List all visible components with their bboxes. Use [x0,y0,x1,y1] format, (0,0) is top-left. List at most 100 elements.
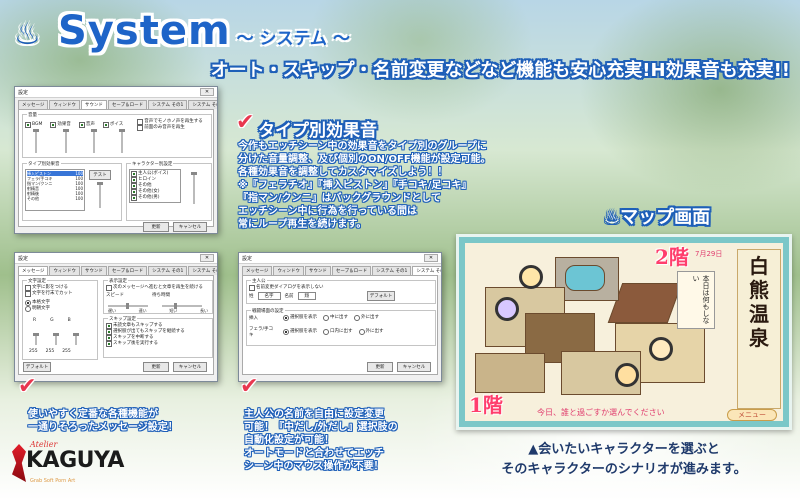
continue-voice-checkbox[interactable]: 次のメッセージへ進むと文章を再生を続ける [106,285,210,291]
chara-group: キャラクター別設定 主人公(ボイス) ヒロイン その他 その他(女) その他(男… [126,161,212,221]
menu-button[interactable]: メニュー [727,409,777,421]
bgm-slider[interactable] [33,129,39,153]
tab-save-load[interactable]: セーブ＆ロード [107,266,148,275]
logo-sub: Grab Soft Porn Art [30,478,76,484]
fast-label: 速い [138,308,147,313]
tab-system2[interactable]: システム その2 [188,100,217,109]
test-button[interactable]: テスト [89,170,111,180]
b-slider[interactable] [73,333,79,345]
skip-group: スキップ設定 未読文章もスキップする 選択肢が出てもスキップを継続する スキップ… [103,316,213,358]
tab-system2[interactable]: システム その2 [188,266,217,275]
system-settings-dialog: 設定 ✕ メッセージ ウィンドウ サウンド セーブ＆ロード システム その1 シ… [238,252,442,382]
type-se-list[interactable]: 挿入ピストン 100 フェラ/手コキ 100 指マン/クンニ 100 射精音 100 射… [25,169,85,211]
check-mark-icon: ✔ [240,374,259,399]
tab-message[interactable]: メッセージ [18,100,49,109]
long-label: 長い [199,308,208,313]
insert-radio-in[interactable]: 中に出す [323,315,348,321]
group-label: 文字設定 [27,278,47,284]
cut-checkbox[interactable]: 文字を行末でカット [25,291,95,297]
cancel-button[interactable]: キャンセル [173,222,207,232]
fella-radio-choice[interactable]: 選択肢を表示 [283,329,317,335]
cancel-button[interactable]: キャンセル [397,362,431,372]
tab-window[interactable]: ウィンドウ [273,266,304,275]
dialog-tabs: メッセージ ウィンドウ サウンド セーブ＆ロード システム その1 システム そ… [239,264,441,275]
default-button[interactable]: デフォルト [23,362,51,372]
insert-radio-out[interactable]: 外に出す [354,315,379,321]
map-area: 2階 7月29日 1階 本日は何もしない 白 熊 温 泉 今日、誰と過ごすか選ん… [465,243,783,421]
character-avatar[interactable] [519,265,543,289]
map-screen: 2階 7月29日 1階 本日は何もしない 白 熊 温 泉 今日、誰と過ごすか選ん… [456,234,792,430]
front-only-checkbox[interactable]: 前面のみ音声を再生 [137,125,203,131]
voice2-slider[interactable] [119,129,125,153]
tab-save-load[interactable]: セーブ＆ロード [107,100,148,109]
g-slider[interactable] [53,333,59,345]
brand-logo: Atelier KAGUYA Grab Soft Porn Art [12,440,124,492]
chara-slider[interactable] [191,172,197,204]
b-label: B [67,318,71,323]
tab-sound[interactable]: サウンド [80,266,107,275]
font-radio-mincho[interactable]: 明朝文字 [25,306,95,312]
tab-system1[interactable]: システム その1 [148,100,188,109]
map-heading: ♨マップ画面 [604,207,711,228]
dialog-tabs: メッセージ ウィンドウ サウンド セーブ＆ロード システム その1 システム そ… [15,98,217,109]
tab-system2[interactable]: システム その2 [412,266,441,275]
list-item[interactable]: その他 100 [27,196,83,201]
apply-button[interactable]: 更新 [143,362,169,372]
character-avatar[interactable] [615,363,639,387]
tab-sound[interactable]: サウンド [80,100,107,109]
skip-after-checkbox[interactable]: スキップ後を実行する [106,341,210,347]
tab-save-load[interactable]: セーブ＆ロード [331,266,372,275]
name-dialog-checkbox[interactable]: 名前変更ダイアログを表示しない [249,285,433,291]
close-icon[interactable]: ✕ [424,254,438,262]
message-description: 使いやすく定番な各種機能が 一通りそろったメッセージ設定！ [28,409,178,433]
cancel-button[interactable]: キャンセル [173,362,207,372]
type-se-slider[interactable] [97,182,103,208]
text-display-group: 文字設定 文字に影をつける 文字を行末でカット 本格文字 明朝文字 R G B … [22,278,98,360]
b-value: 255 [62,349,71,354]
chara-list[interactable]: 主人公(ボイス) ヒロイン その他 その他(女) その他(男) [129,169,181,203]
dialog-title: 設定 [242,255,253,262]
se-slider[interactable] [63,129,69,153]
r-label: R [33,318,37,323]
voice-slider[interactable] [91,129,97,153]
map-instruction: 今日、誰と過ごすか選んでください [537,408,665,417]
insert-radio-choice[interactable]: 選択肢を表示 [283,315,317,321]
sound-settings-dialog: 設定 ✕ メッセージ ウィンドウ サウンド セーブ＆ロード システム その1 シ… [14,86,218,234]
close-icon[interactable]: ✕ [200,88,214,96]
fella-radio-in[interactable]: 口内に出す [323,329,353,335]
apply-button[interactable]: 更新 [367,362,393,372]
dialog-titlebar: 設定 ✕ [239,253,441,264]
tab-system1[interactable]: システム その1 [148,266,188,275]
close-icon[interactable]: ✕ [200,254,214,262]
group-label: キャラクター別設定 [131,161,174,167]
date-label: 7月29日 [695,250,723,258]
mei-input[interactable]: 翔 [297,292,316,300]
map-room [475,353,545,393]
schedule-note: 本日は何もしない [677,271,715,329]
tab-window[interactable]: ウィンドウ [49,100,80,109]
tab-sound[interactable]: サウンド [304,266,331,275]
message-settings-dialog: 設定 ✕ メッセージ ウィンドウ サウンド セーブ＆ロード システム その1 シ… [14,252,218,382]
row-label-insert: 挿入 [249,316,258,321]
tab-message[interactable]: メッセージ [242,266,273,275]
character-avatar[interactable] [495,297,519,321]
apply-button[interactable]: 更新 [143,222,169,232]
dialog-body: 音量 BGM 効果音 音声 ボイス 音声でモノホノ声を再生する 前面のみ音声を再… [18,109,214,232]
speed-slider[interactable] [108,303,148,309]
auto-h-group: 戦闘場面の設定 挿入 選択肢を表示 中に出す 外に出す フェラ/手コキ 選択肢を… [246,308,436,346]
default-button[interactable]: デフォルト [367,291,395,301]
r-slider[interactable] [33,333,39,345]
sei-input[interactable]: 名字 [257,292,281,300]
sei-label: 姓 [249,294,254,299]
wait-slider[interactable] [162,303,202,309]
tab-message[interactable]: メッセージ [18,266,49,275]
tab-system1[interactable]: システム その1 [372,266,412,275]
title-text: System [58,8,231,54]
list-item[interactable]: その他(男) [131,195,179,201]
tab-window[interactable]: ウィンドウ [49,266,80,275]
dialog-titlebar: 設定 ✕ [15,87,217,98]
fella-radio-out[interactable]: 外に出す [359,329,384,335]
character-avatar[interactable] [649,337,673,361]
g-label: G [50,318,54,323]
type-se-group: タイプ別効果音 挿入ピストン 100 フェラ/手コキ 100 指マン/クンニ 100 … [22,161,122,221]
